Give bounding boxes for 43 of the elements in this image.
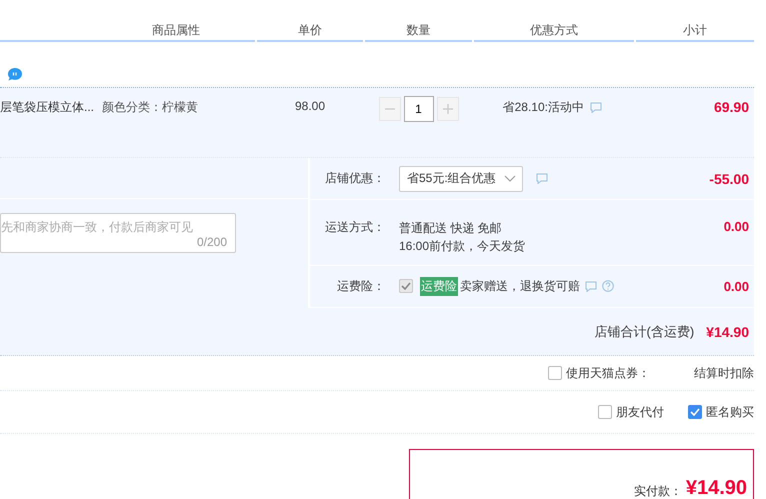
amount: -55.00 [709, 170, 749, 187]
product-attribute: 颜色分类：柠檬黄 [102, 99, 198, 116]
coupon-label: 使用天猫点券： [566, 364, 650, 382]
coupon-note: 结算时扣除 [694, 364, 754, 382]
chat-bubble-icon [7, 67, 23, 81]
character-counter: 0/200 [196, 235, 227, 249]
increase-button[interactable] [436, 97, 458, 121]
amount: 0.00 [724, 219, 749, 234]
insurance-tag: 运费险 [420, 276, 458, 296]
insurance-text: 卖家赠送，退换货可赔 [460, 278, 580, 295]
shipping-text: 普通配送 快递 免邮 [399, 220, 503, 238]
option-label: 运送方式： [324, 219, 385, 236]
help-icon [602, 280, 614, 292]
product-title[interactable]: 层笔袋压模立体... [0, 99, 94, 116]
promotion-text: 省28.10:活动中 [502, 99, 584, 116]
option-label: 运费险： [336, 278, 385, 295]
chevron-icon [504, 174, 516, 183]
plus-icon [442, 104, 452, 114]
column-header: 数量 [406, 22, 430, 38]
column-header: 优惠方式 [530, 22, 578, 38]
decrease-button[interactable] [378, 97, 400, 121]
column-header: 小计 [683, 22, 707, 38]
option-label: 店铺优惠： [324, 170, 385, 188]
chat-icon [590, 102, 602, 113]
discount-select[interactable]: 省55元:组合优惠 [399, 166, 523, 192]
option-label: 朋友代付 [616, 404, 664, 420]
payment-amount: ¥14.90 [686, 477, 747, 499]
quantity-field[interactable]: 1 [404, 96, 434, 122]
option-checkbox[interactable] [598, 405, 612, 419]
option-checkbox[interactable] [688, 405, 702, 419]
subtotal: 69.90 [714, 99, 749, 115]
option-label: 匿名购买 [706, 404, 754, 420]
chat-icon [536, 173, 548, 184]
column-header: 商品属性 [152, 22, 200, 38]
unit-price: 98.00 [294, 99, 326, 113]
shipping-text: 16:00前付款，今天发货 [399, 238, 526, 256]
shop-total-label: 店铺合计(含运费) [594, 322, 694, 340]
shop-total-amount: ¥14.90 [706, 324, 749, 340]
column-header: 单价 [298, 22, 322, 38]
payment-label: 实付款： [634, 483, 682, 499]
chat-icon [585, 280, 597, 292]
coupon-checkbox[interactable] [548, 366, 562, 380]
amount: 0.00 [724, 278, 749, 294]
